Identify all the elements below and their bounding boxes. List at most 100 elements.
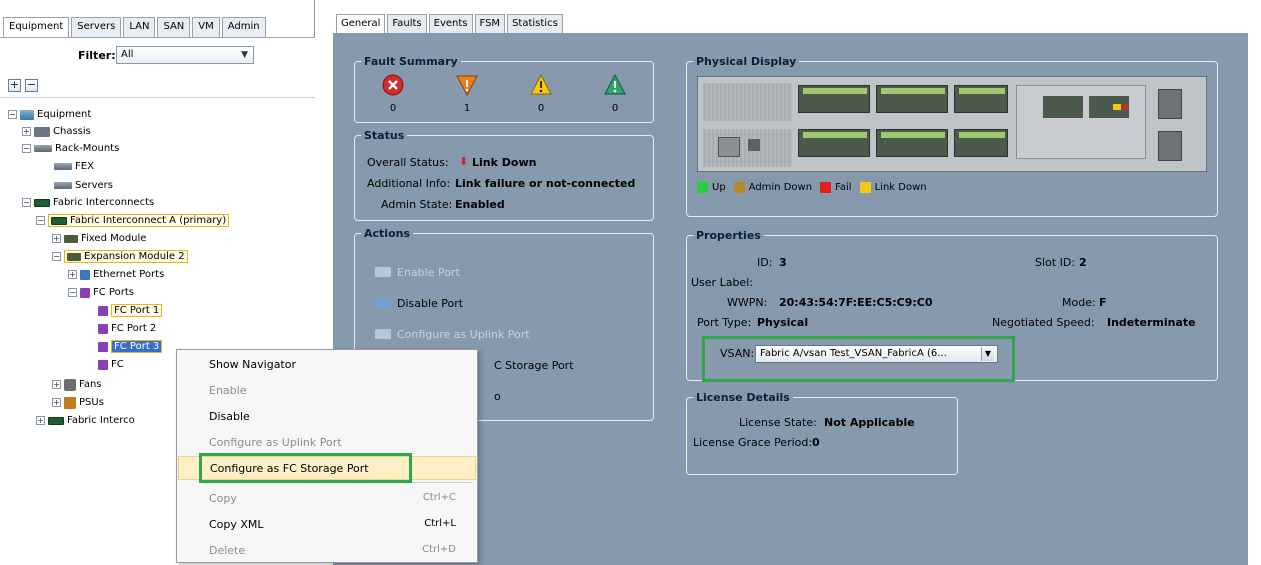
collapse-toggle-icon[interactable]: − bbox=[8, 110, 17, 119]
tree-node-fi-b[interactable]: + Fabric Interco bbox=[36, 413, 135, 428]
legend-label: Up bbox=[712, 182, 726, 193]
tree-label: Fabric Interco bbox=[67, 415, 135, 426]
tab-events[interactable]: Events bbox=[428, 14, 473, 33]
server-icon bbox=[54, 182, 72, 189]
tree-node-ethernet-ports[interactable]: + Ethernet Ports bbox=[68, 267, 164, 282]
menu-item-delete[interactable]: Delete Ctrl+D bbox=[178, 539, 476, 563]
tree-label: FEX bbox=[75, 161, 94, 172]
legend-label: Link Down bbox=[874, 182, 927, 193]
tree-label: FC Port 2 bbox=[111, 323, 157, 334]
tab-servers[interactable]: Servers bbox=[71, 17, 122, 37]
vsan-select[interactable]: Fabric A/vsan Test_VSAN_FabricA (6... ▼ bbox=[755, 345, 998, 363]
fc-port-icon bbox=[98, 305, 108, 316]
critical-fault[interactable]: 0 bbox=[378, 74, 408, 114]
minor-fault-icon bbox=[530, 73, 552, 95]
tree-node-fc-port-3[interactable]: FC Port 3 bbox=[98, 339, 163, 354]
tree-node-psus[interactable]: + PSUs bbox=[52, 395, 104, 410]
collapse-all-button[interactable]: − bbox=[25, 79, 38, 92]
tree-node-fabric-interconnects[interactable]: − Fabric Interconnects bbox=[22, 195, 154, 210]
physical-display-image[interactable] bbox=[697, 76, 1207, 172]
menu-label: Show Navigator bbox=[209, 358, 297, 371]
fabric-interconnect-icon bbox=[34, 198, 50, 207]
collapse-toggle-icon[interactable]: − bbox=[36, 216, 45, 225]
collapse-toggle-icon[interactable]: − bbox=[22, 198, 31, 207]
menu-item-copy-xml[interactable]: Copy XML Ctrl+L bbox=[178, 513, 476, 537]
tree-node-fc-port-1[interactable]: FC Port 1 bbox=[98, 303, 163, 318]
tree-label: Fans bbox=[79, 379, 102, 390]
collapse-toggle-icon[interactable]: − bbox=[68, 288, 77, 297]
tree-node-equipment[interactable]: − Equipment bbox=[8, 107, 91, 122]
chevron-down-icon[interactable]: ▼ bbox=[981, 347, 994, 361]
admin-state-label: Admin State: bbox=[381, 198, 453, 211]
negotiated-speed-value: Indeterminate bbox=[1107, 316, 1196, 329]
warning-fault[interactable]: 0 bbox=[600, 73, 630, 114]
id-label: ID: bbox=[757, 256, 773, 269]
tree-node-fans[interactable]: + Fans bbox=[52, 377, 102, 392]
expand-toggle-icon[interactable]: + bbox=[36, 416, 45, 425]
tab-lan[interactable]: LAN bbox=[123, 17, 156, 37]
tab-equipment[interactable]: Equipment bbox=[3, 17, 70, 38]
expand-toggle-icon[interactable]: + bbox=[52, 234, 61, 243]
port-bank bbox=[876, 85, 948, 113]
tab-general[interactable]: General bbox=[336, 14, 386, 33]
filter-row: Filter: All ▼ bbox=[0, 46, 315, 66]
vsan-value: Fabric A/vsan Test_VSAN_FabricA (6... bbox=[760, 348, 947, 359]
tree-label: Fabric Interconnects bbox=[53, 197, 155, 208]
tab-san[interactable]: SAN bbox=[157, 17, 191, 37]
collapse-toggle-icon[interactable]: − bbox=[22, 144, 31, 153]
menu-item-show-navigator[interactable]: Show Navigator bbox=[178, 353, 476, 377]
tree-node-chassis[interactable]: + Chassis bbox=[22, 124, 91, 139]
menu-item-copy[interactable]: Copy Ctrl+C bbox=[178, 487, 476, 511]
expand-toggle-icon[interactable]: + bbox=[52, 380, 61, 389]
tab-vm[interactable]: VM bbox=[192, 17, 220, 37]
other-action[interactable]: o bbox=[494, 386, 501, 406]
collapse-toggle-icon[interactable]: − bbox=[52, 252, 61, 261]
tree-node-rack-mounts[interactable]: − Rack-Mounts bbox=[22, 141, 119, 156]
expand-toggle-icon[interactable]: + bbox=[22, 127, 31, 136]
menu-item-configure-uplink[interactable]: Configure as Uplink Port bbox=[178, 431, 476, 455]
additional-info-label: Additional Info: bbox=[367, 177, 451, 190]
expand-toggle-icon[interactable]: + bbox=[68, 270, 77, 279]
configure-uplink-action[interactable]: Configure as Uplink Port bbox=[375, 324, 530, 344]
fan-icon bbox=[64, 378, 76, 391]
expand-toggle-icon[interactable]: + bbox=[52, 398, 61, 407]
tree-node-expansion-module[interactable]: − Expansion Module 2 bbox=[52, 249, 188, 264]
action-label: C Storage Port bbox=[494, 358, 574, 372]
tree-label: Fabric Interconnect A (primary) bbox=[70, 215, 227, 226]
tree-label: Expansion Module 2 bbox=[84, 251, 185, 262]
tab-statistics[interactable]: Statistics bbox=[507, 14, 563, 33]
tree-node-fex[interactable]: FEX bbox=[54, 159, 94, 174]
tree-node-fi-a[interactable]: − Fabric Interconnect A (primary) bbox=[36, 213, 230, 228]
vsan-label: VSAN: bbox=[720, 347, 755, 360]
menu-item-enable[interactable]: Enable bbox=[178, 379, 476, 403]
tree-node-fc-port-2[interactable]: FC Port 2 bbox=[98, 321, 156, 336]
status-group: Status Overall Status: ⬇ Link Down Addit… bbox=[354, 129, 654, 221]
module-icon bbox=[64, 234, 78, 243]
chevron-down-icon: ▼ bbox=[241, 50, 248, 60]
disable-port-action[interactable]: Disable Port bbox=[375, 293, 463, 313]
enable-port-action[interactable]: Enable Port bbox=[375, 262, 460, 282]
tab-fsm[interactable]: FSM bbox=[474, 14, 506, 33]
psu-module bbox=[1158, 131, 1182, 161]
rack-icon bbox=[34, 145, 52, 152]
tab-admin[interactable]: Admin bbox=[221, 17, 266, 37]
minor-fault[interactable]: 0 bbox=[526, 73, 556, 114]
filter-select[interactable]: All ▼ bbox=[116, 46, 254, 64]
group-title: Properties bbox=[693, 229, 764, 242]
tree-node-fixed-module[interactable]: + Fixed Module bbox=[52, 231, 146, 246]
tab-faults[interactable]: Faults bbox=[387, 14, 427, 33]
tree-label: FC Port 1 bbox=[111, 304, 163, 317]
tree-label: Ethernet Ports bbox=[93, 269, 165, 280]
configure-fc-storage-action[interactable]: C Storage Port bbox=[494, 355, 574, 375]
wwpn-value: 20:43:54:7F:EE:C5:C9:C0 bbox=[779, 296, 933, 309]
enable-port-icon bbox=[375, 267, 391, 277]
fault-count: 0 bbox=[389, 103, 397, 114]
major-fault[interactable]: 1 bbox=[452, 74, 482, 114]
tree-node-servers[interactable]: Servers bbox=[54, 178, 113, 193]
legend-label: Admin Down bbox=[748, 182, 813, 193]
tree-node-fc-port-4[interactable]: FC bbox=[98, 357, 124, 372]
menu-shortcut: Ctrl+C bbox=[422, 492, 456, 503]
expand-all-button[interactable]: + bbox=[8, 79, 21, 92]
menu-item-disable[interactable]: Disable bbox=[178, 405, 476, 429]
tree-node-fc-ports[interactable]: − FC Ports bbox=[68, 285, 134, 300]
